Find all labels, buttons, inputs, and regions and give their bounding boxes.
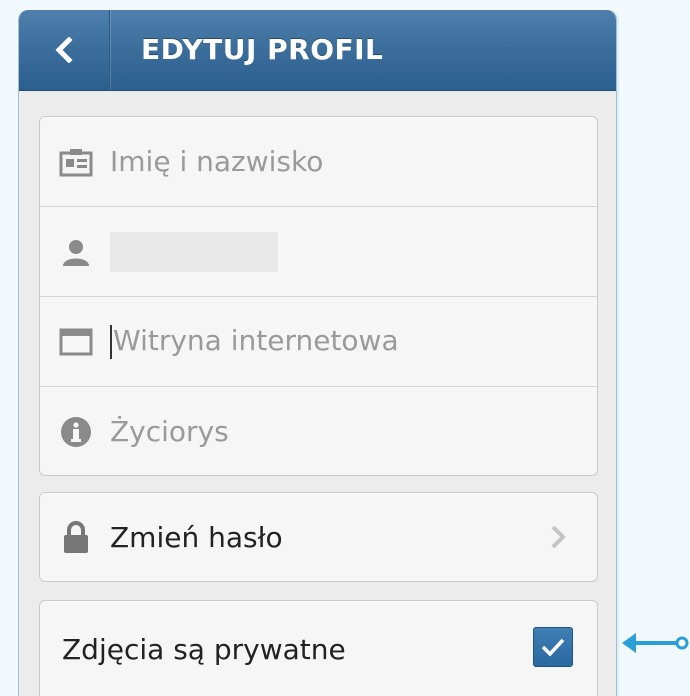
full-name-field[interactable]: Imię i nazwisko [110,145,323,178]
chevron-left-icon [55,37,73,63]
change-password-button[interactable]: Zmień hasło [39,492,598,582]
full-name-row[interactable]: Imię i nazwisko [40,117,597,207]
bio-field[interactable]: Życiorys [110,415,229,448]
username-field[interactable] [110,231,278,272]
lock-icon [58,519,94,555]
info-icon [58,414,94,450]
app-screen: EDYTUJ PROFIL Imię i nazwisko Witryna in… [18,10,617,696]
header-bar: EDYTUJ PROFIL [19,10,616,91]
profile-fields-card: Imię i nazwisko Witryna internetowa Życi… [39,116,598,476]
private-photos-row[interactable]: Zdjęcia są prywatne [39,600,598,696]
chevron-right-icon [551,525,566,549]
website-row[interactable]: Witryna internetowa [40,297,597,387]
bio-row[interactable]: Życiorys [40,387,597,476]
text-cursor [110,325,112,359]
change-password-label: Zmień hasło [110,520,283,554]
private-photos-label: Zdjęcia są prywatne [62,632,346,666]
private-photos-checkbox[interactable] [533,627,573,667]
website-placeholder: Witryna internetowa [113,324,399,357]
page-title: EDYTUJ PROFIL [141,33,384,66]
user-icon [58,234,94,270]
checkmark-icon [541,638,565,657]
browser-window-icon [58,324,94,360]
username-row[interactable] [40,207,597,297]
id-card-icon [58,144,94,180]
callout-arrow [622,633,689,653]
back-button[interactable] [19,10,110,90]
website-field[interactable]: Witryna internetowa [110,324,399,359]
